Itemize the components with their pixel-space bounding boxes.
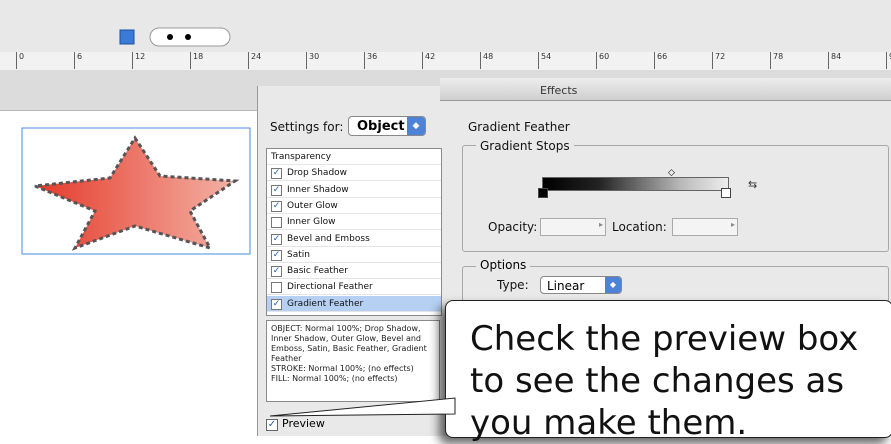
opacity-field[interactable]: ▸	[540, 218, 606, 236]
effects-list-item[interactable]: ✓ Inner Shadow	[267, 182, 441, 198]
type-select[interactable]: Linear ◆	[540, 276, 622, 294]
panel-title: Gradient Feather	[468, 120, 570, 134]
effect-label: Drop Shadow	[287, 168, 348, 179]
ruler-tick: 84	[828, 52, 841, 69]
effects-list-item[interactable]: ✓ Gradient Feather	[267, 295, 441, 312]
ruler-tick: 42	[422, 52, 435, 69]
ruler-tick: 72	[712, 52, 725, 69]
reverse-gradient-icon[interactable]: ⇆	[748, 178, 757, 191]
effect-checkbox[interactable]: ✓	[271, 200, 282, 212]
effect-checkbox[interactable]: ✓	[271, 298, 282, 310]
effect-checkbox[interactable]: ✓	[271, 184, 282, 196]
effects-list-item[interactable]: Directional Feather	[267, 279, 441, 296]
ruler-tick: 24	[248, 52, 261, 69]
star-artwork[interactable]	[20, 126, 252, 258]
effect-label: Inner Shadow	[287, 184, 349, 195]
ruler-tick: 60	[596, 52, 609, 69]
ruler-tick: 54	[538, 52, 551, 69]
type-value: Linear	[547, 279, 585, 293]
ruler-tick: 90	[886, 52, 891, 69]
effect-checkbox[interactable]	[271, 217, 282, 229]
dialog-title: Effects	[540, 84, 578, 97]
effects-summary: OBJECT: Normal 100%; Drop Shadow, Inner …	[266, 320, 440, 402]
ruler-tick: 0	[16, 52, 24, 69]
ruler-tick: 30	[306, 52, 319, 69]
effects-list-item[interactable]: ✓ Outer Glow	[267, 198, 441, 214]
stepper-icon: ▸	[730, 220, 735, 229]
ruler-tick: 48	[480, 52, 493, 69]
horizontal-ruler: 0 6 12 18 24 30 36 42 48 54 60 66 72 78 84 90	[0, 52, 891, 71]
effect-checkbox[interactable]: ✓	[271, 249, 282, 261]
callout-pointer	[270, 397, 456, 417]
summary-fill: FILL: Normal 100%; (no effects)	[271, 374, 398, 383]
effect-checkbox[interactable]	[271, 282, 282, 294]
effect-label: Outer Glow	[287, 200, 338, 211]
ruler-tick: 18	[190, 52, 203, 69]
effects-list-item[interactable]: ✓ Bevel and Emboss	[267, 231, 441, 247]
effect-label: Basic Feather	[287, 266, 348, 277]
gradient-stop-left[interactable]	[538, 188, 548, 198]
summary-stroke: STROKE: Normal 100%; (no effects)	[271, 364, 414, 373]
effect-checkbox[interactable]: ✓	[271, 168, 282, 180]
effect-label: Satin	[287, 249, 310, 260]
ruler-tick: 12	[132, 52, 145, 69]
type-label: Type:	[497, 278, 529, 292]
options-legend: Options	[476, 258, 531, 272]
effect-label: Inner Glow	[287, 217, 336, 228]
effects-list-item[interactable]: ✓ Satin	[267, 247, 441, 263]
chevron-updown-icon: ◆	[407, 117, 425, 135]
stepper-icon: ▸	[598, 220, 603, 229]
location-field[interactable]: ▸	[672, 218, 738, 236]
callout-text: Check the preview box to see the changes…	[470, 319, 859, 443]
gradient-stops-legend: Gradient Stops	[476, 139, 574, 153]
effects-list-item[interactable]: ✓ Drop Shadow	[267, 165, 441, 182]
effects-list-item[interactable]: Transparency	[267, 149, 441, 165]
opacity-label: Opacity:	[488, 220, 538, 234]
toolbar	[0, 0, 891, 52]
gradient-ramp[interactable]	[542, 177, 729, 191]
effect-checkbox[interactable]: ✓	[271, 233, 282, 245]
ruler-tick: 36	[364, 52, 377, 69]
ruler-tick: 78	[770, 52, 783, 69]
effects-list-item[interactable]: ✓ Basic Feather	[267, 263, 441, 280]
dialog-titlebar[interactable]	[440, 78, 891, 101]
summary-object: OBJECT: Normal 100%; Drop Shadow, Inner …	[271, 324, 427, 363]
effect-checkbox[interactable]: ✓	[271, 266, 282, 278]
effect-label: Bevel and Emboss	[287, 233, 370, 244]
effects-list: Transparency ✓ Drop Shadow ✓ Inner Shadow ✓ Ou…	[266, 148, 442, 316]
toolbar-controls	[119, 27, 231, 47]
location-label: Location:	[612, 220, 667, 234]
effects-list-item[interactable]: Inner Glow	[267, 214, 441, 231]
midpoint-diamond-icon[interactable]: ◇	[668, 168, 675, 178]
effect-label: Directional Feather	[287, 282, 373, 293]
settings-for-label: Settings for:	[270, 120, 344, 134]
ruler-tick: 66	[654, 52, 667, 69]
settings-for-select[interactable]: Object ◆	[348, 116, 426, 136]
chevron-updown-icon: ◆	[605, 277, 621, 293]
settings-for-value: Object	[357, 119, 405, 134]
ruler-tick: 6	[74, 52, 82, 69]
gradient-stop-right[interactable]	[721, 188, 731, 198]
effect-label: Gradient Feather	[287, 298, 364, 309]
effect-label: Transparency	[271, 152, 332, 162]
